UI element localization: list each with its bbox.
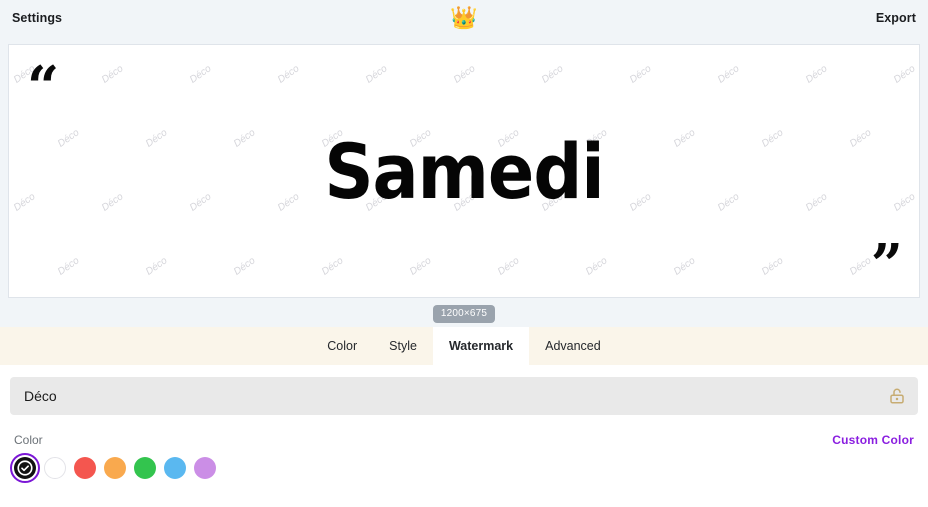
size-badge-container: 1200×675 <box>0 303 928 323</box>
canvas-area: Déco Déco Déco Déco Déco Déco Déco Déco Déco Déco… <box>0 36 928 327</box>
crown-icon: 👑 <box>450 5 478 30</box>
canvas-title-text[interactable]: Samedi <box>9 45 919 297</box>
color-section-label: Color <box>14 433 43 447</box>
tab-watermark[interactable]: Watermark <box>432 327 530 365</box>
color-swatch-white[interactable] <box>44 457 66 479</box>
color-swatch-red[interactable] <box>74 457 96 479</box>
color-swatch-orange[interactable] <box>104 457 126 479</box>
tab-style[interactable]: Style <box>373 327 433 365</box>
quote-close-mark: ” <box>870 232 903 298</box>
tab-bar: Color Style Watermark Advanced <box>0 327 928 365</box>
tab-label: Advanced <box>545 339 601 353</box>
color-swatch-blue[interactable] <box>164 457 186 479</box>
app-root: Settings 👑 Export Déco Déco Déco Déco Déco Dé… <box>0 0 928 507</box>
tab-label: Watermark <box>448 339 514 353</box>
custom-color-button[interactable]: Custom Color <box>832 433 914 447</box>
tab-label: Color <box>327 339 358 353</box>
canvas-size-badge: 1200×675 <box>432 305 496 323</box>
tab-label: Style <box>389 339 417 353</box>
check-icon <box>14 457 36 479</box>
watermark-input-value: Déco <box>24 388 57 404</box>
export-button[interactable]: Export <box>876 11 916 25</box>
color-swatch-list <box>10 453 918 483</box>
color-section-header: Color Custom Color <box>10 433 918 447</box>
top-bar: Settings 👑 Export <box>0 0 928 36</box>
watermark-text-input[interactable]: Déco <box>10 377 918 415</box>
preview-canvas[interactable]: Déco Déco Déco Déco Déco Déco Déco Déco Déco Déco… <box>8 44 920 298</box>
settings-button[interactable]: Settings <box>12 11 62 25</box>
color-swatch-purple[interactable] <box>194 457 216 479</box>
color-swatch-green[interactable] <box>134 457 156 479</box>
watermark-panel: Déco Color Custom Color <box>0 365 928 507</box>
tab-advanced[interactable]: Advanced <box>529 327 617 365</box>
tab-color[interactable]: Color <box>311 327 373 365</box>
color-swatch-black[interactable] <box>10 453 40 483</box>
unlock-icon[interactable] <box>888 387 906 405</box>
